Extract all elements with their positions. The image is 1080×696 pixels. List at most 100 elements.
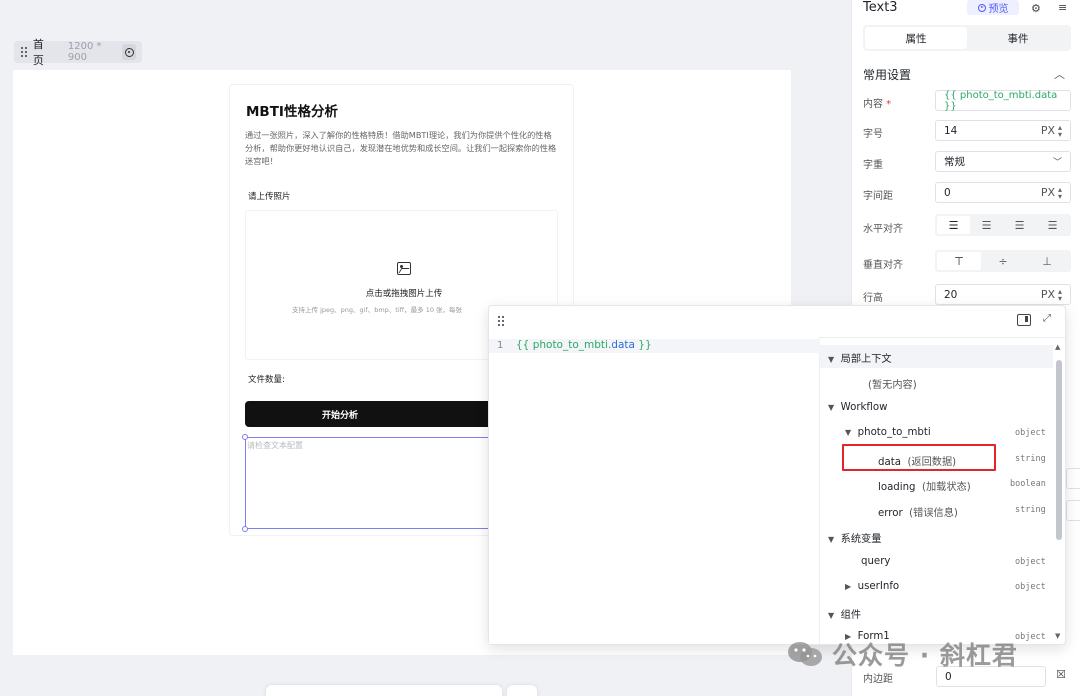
card-title[interactable]: MBTI性格分析 [246,100,338,120]
drag-handle-icon[interactable] [20,46,27,58]
gear-icon[interactable]: ⚙ [1031,2,1041,15]
unit-label: PX [1040,288,1055,301]
line-height-label: 行高 [863,293,883,304]
align-center-icon[interactable]: ☰ [970,216,1003,234]
drag-handle-icon[interactable] [497,315,505,327]
align-top-icon[interactable]: ⊤ [937,252,981,270]
selected-text-component[interactable]: 请检查文本配置 [245,437,495,529]
align-left-icon[interactable]: ☰ [937,216,970,234]
align-middle-icon[interactable]: ÷ [981,252,1025,270]
tree-type: object [1015,428,1046,438]
text-placeholder: 请检查文本配置 [247,441,303,450]
resize-handle-tl[interactable] [242,434,248,440]
align-right-icon[interactable]: ☰ [1003,216,1036,234]
line-height-input[interactable]: 20 PX ▴ ▾ [935,284,1071,305]
upload-label: 请上传照片 [248,192,291,202]
tree-group-system[interactable]: ▼ 系统变量 [828,530,881,545]
caret-down-icon: ▼ [828,611,835,620]
popup-header [489,306,1065,338]
tree-group-local[interactable]: ▼ 局部上下文 [828,350,892,365]
padding-label: 内边距 [863,674,893,685]
tree-node-workflow[interactable]: ▼ photo_to_mbti [845,427,931,438]
watermark-text: 公众号 · 斜杠君 [832,641,1018,670]
line-number: 1 [497,340,504,351]
tree-item-loading[interactable]: loading (加载状态) [878,478,971,493]
caret-down-icon: ▼ [828,403,835,412]
font-size-value: 14 [944,124,958,137]
tree-item-query[interactable]: query [861,556,890,567]
tab-events[interactable]: 事件 [967,27,1069,49]
chevron-down-icon: ﹀ [1052,158,1062,168]
expand-icon[interactable]: ⤢ [1043,313,1051,324]
stepper-icon[interactable]: ▴ ▾ [1058,287,1062,302]
caret-down-icon: ▼ [845,428,852,437]
canvas-toolbar[interactable] [266,685,502,696]
scroll-up-icon[interactable]: ▲ [1055,343,1060,351]
v-align-segment: ⊤ ÷ ⊥ [935,250,1071,272]
split-layout-icon[interactable] [1017,314,1031,326]
partial-field [1066,500,1080,521]
close-icon[interactable]: ☒ [1056,668,1066,681]
target-icon [124,47,134,57]
tree-type: object [1015,632,1046,642]
tree-item-error[interactable]: error (错误信息) [878,504,958,519]
v-align-label: 垂直对齐 [863,260,903,271]
wechat-logo-icon [788,642,822,666]
tree-empty: (暂无内容) [868,380,917,391]
scrollbar[interactable] [1056,360,1062,540]
align-justify-icon[interactable]: ☰ [1036,216,1069,234]
image-icon [397,262,411,275]
upload-main-text: 点击或拖拽图片上传 [365,289,443,299]
tree-type: boolean [1010,479,1046,489]
resize-handle-bl[interactable] [242,526,248,532]
preview-label: 预览 [988,4,1009,15]
align-bottom-icon[interactable]: ⊥ [1025,252,1069,270]
tree-type: string [1015,505,1046,515]
card-description[interactable]: 通过一张照片，深入了解你的性格特质！借助MBTI理论，我们为你提供个性化的性格分… [245,129,558,168]
unit-label: PX [1040,124,1055,137]
section-title: 常用设置 [863,68,912,82]
tree-group-components[interactable]: ▼ 组件 [828,606,861,621]
page-selector[interactable]: 首页 1200 * 900 [14,38,142,67]
page-name: 首页 [32,38,44,67]
partial-field [1066,468,1080,489]
content-input[interactable]: {{ photo_to_mbti.data }} [935,89,1071,112]
font-weight-select[interactable]: 常规 ﹀ [935,151,1071,172]
property-tabs: 属性 事件 [863,25,1071,51]
scroll-down-icon[interactable]: ▼ [1055,632,1060,640]
upload-hint: 支持上传 jpeg、png、gif、bmp、tiff，最多 10 张，每张 [292,306,463,314]
expression-editor[interactable] [489,337,820,644]
play-icon [977,3,986,12]
start-analysis-label: 开始分析 [321,410,358,421]
chevron-up-icon[interactable]: ︿ [1054,66,1065,82]
caret-down-icon: ▼ [828,355,835,364]
content-label: 内容 * [863,99,892,110]
unit-label: PX [1040,186,1055,199]
start-analysis-button[interactable]: 开始分析 [245,401,495,427]
font-weight-label: 字重 [863,160,883,171]
page-preview-button[interactable] [122,44,136,60]
tree-type: object [1015,582,1046,592]
collapse-panel-icon[interactable]: ≡ [1058,1,1067,14]
h-align-segment: ☰ ☰ ☰ ☰ [935,214,1071,236]
stepper-icon[interactable]: ▴ ▾ [1058,185,1062,200]
letter-spacing-label: 字间距 [863,191,893,202]
content-value: {{ photo_to_mbti.data }} [944,89,1058,112]
highlight-annotation [842,444,996,471]
expression-code[interactable]: {{ photo_to_mbti.data }} [516,339,652,351]
padding-value: 0 [945,670,952,683]
font-size-input[interactable]: 14 PX ▴ ▾ [935,120,1071,141]
tree-type: string [1015,454,1046,464]
letter-spacing-input[interactable]: 0 PX ▴ ▾ [935,182,1071,203]
component-name: Text3 [863,0,898,15]
font-weight-value: 常规 [944,156,965,168]
tree-group-workflow[interactable]: ▼ Workflow [828,402,887,413]
font-size-label: 字号 [863,129,883,140]
tree-node-userinfo[interactable]: ▶ userInfo [845,581,899,592]
preview-button[interactable]: 预览 [967,0,1019,15]
stepper-icon[interactable]: ▴ ▾ [1058,123,1062,138]
letter-spacing-value: 0 [944,186,951,199]
caret-right-icon: ▶ [845,582,852,591]
tab-properties[interactable]: 属性 [865,27,967,49]
canvas-toolbar-extra[interactable] [507,685,537,696]
